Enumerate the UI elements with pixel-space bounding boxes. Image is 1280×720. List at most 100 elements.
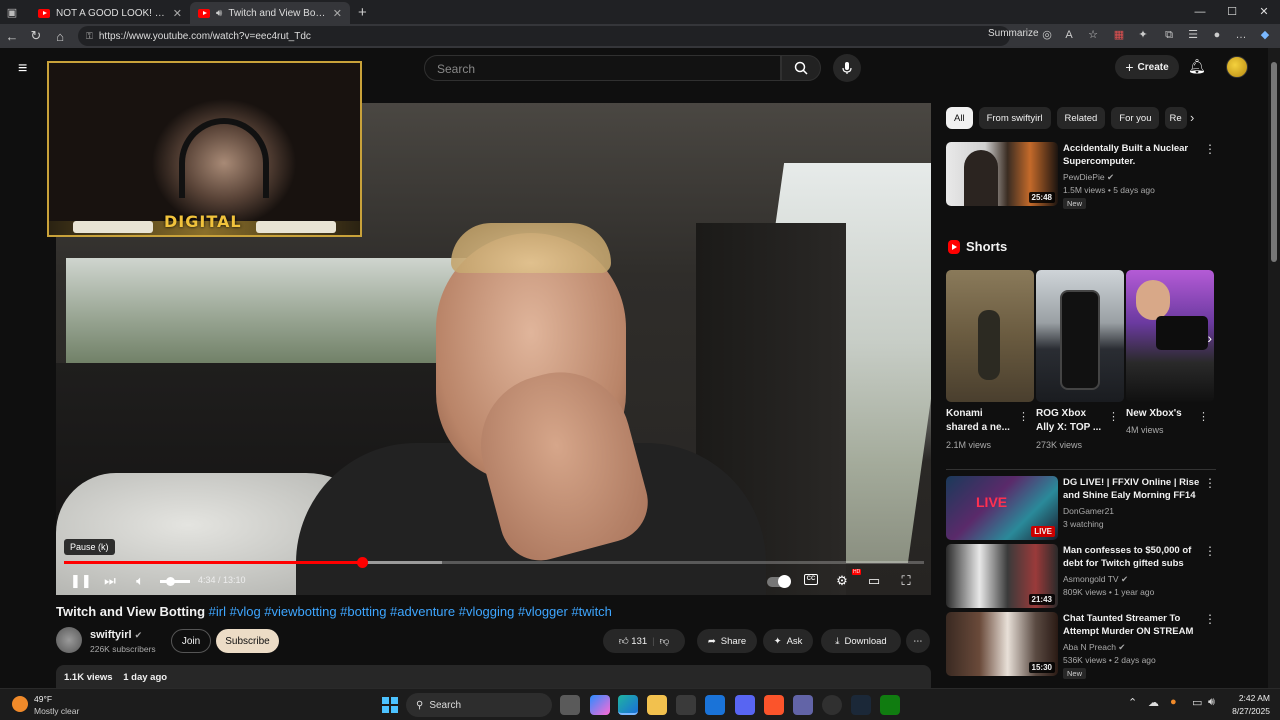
video-hashtags[interactable]: #irl #vlog #viewbotting #botting #advent… [209, 604, 612, 619]
share-button[interactable]: ➦ Share [697, 629, 757, 653]
browser-menu-icon[interactable]: … [1234, 28, 1248, 42]
next-video-icon[interactable]: ⏭︎ [100, 573, 120, 589]
chevron-right-icon[interactable]: › [1207, 330, 1212, 346]
channel-avatar[interactable] [56, 627, 82, 653]
home-icon[interactable]: ⌂ [48, 29, 72, 44]
page-scrollbar[interactable] [1268, 48, 1280, 688]
chip-related[interactable]: Related [1056, 107, 1106, 129]
subscribe-button[interactable]: Subscribe [216, 629, 279, 653]
recommended-video[interactable]: LIVE LIVE DG LIVE! | FFXIV Online | Rise… [946, 476, 1216, 540]
chevron-right-icon[interactable]: › [1190, 110, 1194, 125]
video-title[interactable]: Man confesses to $50,000 of debt for Twi… [1063, 544, 1201, 570]
short-thumbnail[interactable]: › [1126, 270, 1214, 402]
dislike-button[interactable]: 👎︎ [660, 635, 670, 647]
onedrive-icon[interactable]: ☁︎ [1148, 696, 1159, 709]
channel-name[interactable]: swiftyirl ✔ [90, 629, 142, 641]
brave-app-icon[interactable] [764, 695, 784, 715]
join-button[interactable]: Join [171, 629, 211, 653]
captions-icon[interactable]: CC [804, 574, 818, 585]
taskbar-search[interactable]: ⚲ Search [406, 693, 552, 717]
like-button[interactable]: 👍︎ 131 [619, 635, 647, 647]
theater-mode-icon[interactable]: ▭ [864, 573, 884, 589]
extension-puzzle-icon[interactable]: ✦ [1136, 28, 1150, 42]
more-vert-icon[interactable]: ⋮ [1018, 410, 1029, 423]
short-title[interactable]: ROG Xbox Ally X: TOP ... [1036, 407, 1106, 435]
file-explorer-icon[interactable] [647, 695, 667, 715]
reload-icon[interactable]: ↻ [24, 28, 48, 44]
read-aloud-icon[interactable]: A [1062, 28, 1076, 42]
short-title[interactable]: New Xbox's [1126, 407, 1196, 421]
voice-search-button[interactable] [833, 54, 861, 82]
video-thumbnail[interactable]: 21:43 [946, 544, 1058, 608]
tray-app-icon[interactable]: ● [1170, 696, 1177, 708]
start-button[interactable] [382, 697, 398, 713]
browser-tab-1[interactable]: NOT A GOOD LOOK! Dan Amrich ✕ [30, 2, 190, 24]
discord-app-icon[interactable] [735, 695, 755, 715]
more-vert-icon[interactable]: ⋮ [1204, 142, 1216, 156]
pause-icon[interactable]: ❚❚ [70, 573, 92, 589]
favorites-icon[interactable]: ☰ [1186, 28, 1200, 42]
outlook-app-icon[interactable] [705, 695, 725, 715]
weather-widget[interactable]: 49°F Mostly clear [12, 693, 79, 717]
back-icon[interactable]: ← [0, 29, 24, 44]
video-thumbnail[interactable]: LIVE LIVE [946, 476, 1058, 540]
more-actions-button[interactable]: ⋯ [906, 629, 930, 653]
create-button[interactable]: + Create [1115, 55, 1179, 79]
chip-recent[interactable]: Re [1165, 107, 1188, 129]
system-clock[interactable]: 2:42 AM 8/27/2025 [1228, 692, 1270, 718]
tray-overflow-icon[interactable]: ⌃ [1128, 696, 1137, 709]
favorite-star-icon[interactable]: ☆ [1086, 28, 1100, 42]
short-thumbnail[interactable] [1036, 270, 1124, 402]
extension-icon[interactable]: ◎ [1040, 28, 1054, 42]
obs-app-icon[interactable] [822, 695, 842, 715]
browser-tab-2[interactable]: 🔊︎ Twitch and View Botting #irl ✕ [190, 2, 350, 24]
close-tab-icon[interactable]: ✕ [333, 7, 342, 20]
video-title[interactable]: DG LIVE! | FFXIV Online | Rise and Shine… [1063, 476, 1201, 504]
settings-gear-icon[interactable]: ⚙︎ [832, 573, 852, 589]
more-vert-icon[interactable]: ⋮ [1204, 612, 1216, 626]
recommended-video[interactable]: 15:30 Chat Taunted Streamer To Attempt M… [946, 612, 1216, 679]
autoplay-toggle[interactable] [767, 575, 791, 588]
search-button[interactable] [781, 55, 821, 81]
channel-name[interactable]: Asmongold TV ✔ [1063, 574, 1128, 585]
steam-app-icon[interactable] [851, 695, 871, 715]
more-vert-icon[interactable]: ⋮ [1198, 410, 1209, 423]
xbox-app-icon[interactable] [880, 695, 900, 715]
close-window-icon[interactable]: ✕ [1248, 0, 1280, 24]
video-title[interactable]: Chat Taunted Streamer To Attempt Murder … [1063, 612, 1201, 638]
extension-badge-icon[interactable]: ▦ [1112, 28, 1126, 42]
recommended-video[interactable]: 25:48 Accidentally Built a Nuclear Super… [946, 142, 1216, 209]
copilot-app-icon[interactable] [590, 695, 610, 715]
short-thumbnail[interactable] [946, 270, 1034, 402]
notifications-bell-icon[interactable]: 🔔︎ [1188, 58, 1206, 75]
volume-icon[interactable]: 🔈︎ [130, 573, 150, 589]
minimize-icon[interactable]: — [1184, 0, 1216, 24]
more-vert-icon[interactable]: ⋮ [1108, 410, 1119, 423]
network-icon[interactable]: ▭ [1192, 696, 1202, 709]
recommended-video[interactable]: 21:43 Man confesses to $50,000 of debt f… [946, 544, 1216, 608]
volume-slider[interactable] [160, 577, 190, 586]
search-input[interactable]: Search [424, 55, 781, 81]
more-vert-icon[interactable]: ⋮ [1204, 476, 1216, 490]
video-title[interactable]: Accidentally Built a Nuclear Supercomput… [1063, 142, 1201, 168]
teams-app-icon[interactable] [793, 695, 813, 715]
copilot-icon[interactable]: ◆ [1258, 28, 1272, 42]
scrollbar-thumb[interactable] [1271, 62, 1277, 262]
video-thumbnail[interactable]: 15:30 [946, 612, 1058, 676]
profile-icon[interactable]: ● [1210, 28, 1224, 42]
description-box[interactable]: 1.1K views 1 day ago [56, 665, 931, 688]
maximize-icon[interactable]: ☐ [1216, 0, 1248, 24]
chip-all[interactable]: All [946, 107, 973, 129]
edge-app-icon[interactable] [618, 695, 638, 715]
download-button[interactable]: ⤓ Download [821, 629, 901, 653]
short-title[interactable]: Konami shared a ne... [946, 407, 1016, 435]
guide-menu-icon[interactable]: ≡ [18, 60, 36, 78]
audio-playing-icon[interactable]: 🔊︎ [216, 8, 222, 19]
channel-name[interactable]: DonGamer21 [1063, 506, 1114, 516]
channel-name[interactable]: PewDiePie ✔ [1063, 172, 1114, 183]
window-menu-icon[interactable]: ▣ [0, 0, 24, 24]
address-bar[interactable]: ⚿ https://www.youtube.com/watch?v=eec4ru… [78, 26, 1010, 46]
fullscreen-icon[interactable]: ⛶ [896, 573, 916, 589]
account-avatar[interactable] [1226, 56, 1248, 78]
store-app-icon[interactable] [676, 695, 696, 715]
